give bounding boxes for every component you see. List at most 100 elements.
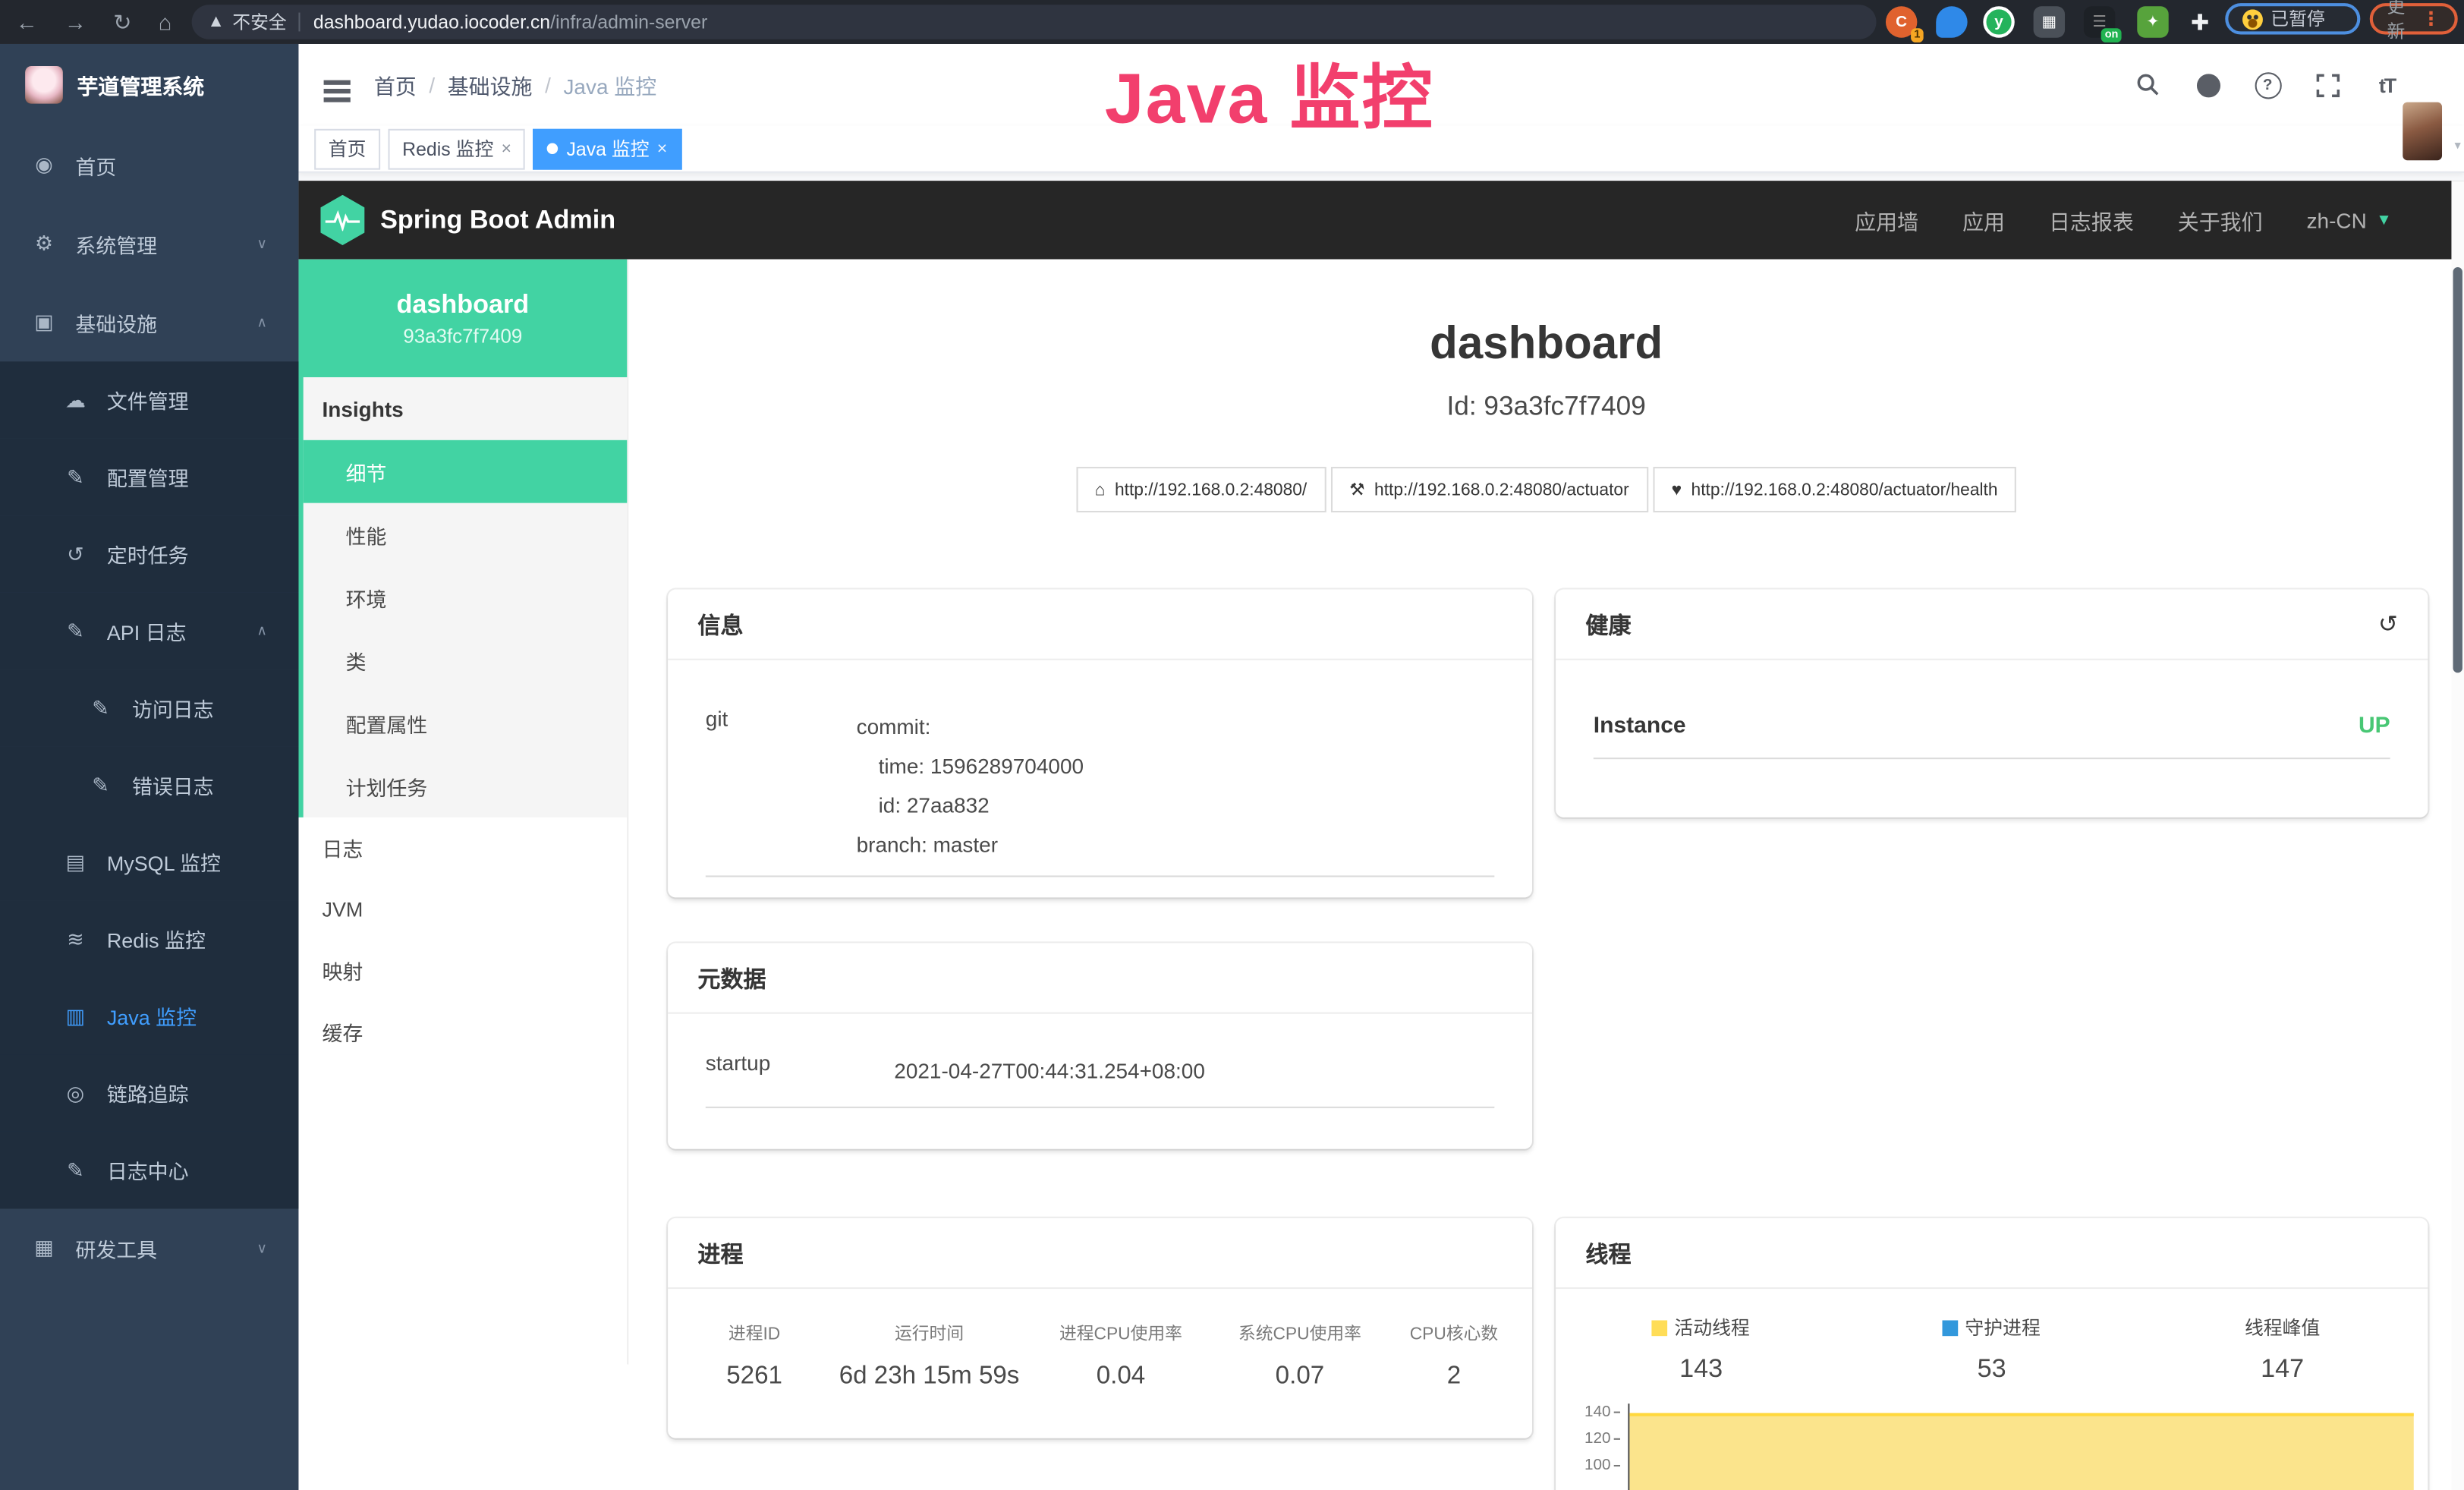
process-cpu: 0.04 xyxy=(1034,1362,1208,1391)
sba-brand-name: Spring Boot Admin xyxy=(380,205,615,235)
back-icon[interactable]: ← xyxy=(16,9,38,34)
sidebar-item-infrastructure[interactable]: ▣ 基础设施 ∧ xyxy=(0,283,298,362)
tab-java-monitor[interactable]: Java 监控 × xyxy=(533,128,681,169)
sidebar-item-dev-tools[interactable]: ▦ 研发工具 ∨ xyxy=(0,1208,298,1287)
update-label: 更新 xyxy=(2387,0,2414,44)
health-card-title: 健康 xyxy=(1585,607,1631,640)
sba-menu-item-jvm[interactable]: JVM xyxy=(298,879,627,940)
scrollbar-track[interactable] xyxy=(2451,181,2464,1490)
close-icon[interactable]: × xyxy=(502,139,511,158)
breadcrumb-infrastructure[interactable]: 基础设施 xyxy=(448,69,533,100)
sba-locale-select[interactable]: zh-CN ▼ xyxy=(2307,208,2392,232)
scrollbar-thumb[interactable] xyxy=(2453,267,2462,673)
sba-menu-item-metrics[interactable]: 性能 xyxy=(304,503,628,566)
sidebar-item-system[interactable]: ⚙ 系统管理 ∨ xyxy=(0,204,298,283)
sba-menu-item-scheduled-tasks[interactable]: 计划任务 xyxy=(304,754,628,817)
extension-list-icon[interactable]: ☰on xyxy=(2084,6,2115,37)
puzzle-extensions-icon[interactable]: ✚ xyxy=(2184,6,2215,37)
browser-menu-icon[interactable]: ⋮ xyxy=(2422,8,2440,30)
cloud-upload-icon: ☁ xyxy=(63,387,88,412)
sba-nav-wallboard[interactable]: 应用墙 xyxy=(1855,204,1918,235)
sba-nav-about[interactable]: 关于我们 xyxy=(2178,204,2263,235)
extension-icon-c[interactable]: C1 xyxy=(1886,6,1917,37)
sba-nav-applications[interactable]: 应用 xyxy=(1962,204,2005,235)
app-logo[interactable]: 芋道管理系统 xyxy=(0,44,298,126)
sidebar-item-java-monitor[interactable]: ▥ Java 监控 xyxy=(0,978,298,1054)
process-card: 进程 进程ID5261 运行时间6d 23h 15m 59s 进程CPU使用率0… xyxy=(668,1218,1532,1438)
security-label[interactable]: 不安全 xyxy=(232,9,286,34)
sba-menu-item-caches[interactable]: 缓存 xyxy=(298,1001,627,1063)
active-threads-area xyxy=(1629,1413,2413,1490)
breadcrumb-home[interactable]: 首页 xyxy=(374,69,417,100)
actuator-url-button[interactable]: ⚒ http://192.168.0.2:48080/actuator xyxy=(1330,467,1647,512)
sidebar-item-log-center[interactable]: ✎ 日志中心 xyxy=(0,1132,298,1208)
log-center-icon: ✎ xyxy=(63,1158,88,1183)
reload-icon[interactable]: ↻ xyxy=(113,8,131,35)
metadata-card: 元数据 startup 2021-04-27T00:44:31.254+08:0… xyxy=(668,943,1532,1148)
tab-redis-monitor[interactable]: Redis 监控 × xyxy=(389,128,526,169)
metadata-row-value: 2021-04-27T00:44:31.254+08:00 xyxy=(894,1051,1494,1091)
help-icon[interactable]: ? xyxy=(2254,71,2282,99)
service-url-button[interactable]: ⌂ http://192.168.0.2:48080/ xyxy=(1076,467,1326,512)
sba-nav-links: 应用墙 应用 日志报表 关于我们 zh-CN ▼ xyxy=(1855,204,2392,235)
sba-brand[interactable]: Spring Boot Admin xyxy=(320,195,615,245)
sba-nav-journal[interactable]: 日志报表 xyxy=(2049,204,2134,235)
github-icon[interactable] xyxy=(2194,71,2222,99)
sba-menu-item-logs[interactable]: 日志 xyxy=(298,817,627,879)
tab-home[interactable]: 首页 xyxy=(314,128,380,169)
schedule-icon: ↺ xyxy=(63,541,88,566)
wrench-icon: ⚒ xyxy=(1349,480,1364,500)
sidebar-item-scheduled-tasks[interactable]: ↺ 定时任务 xyxy=(0,515,298,592)
chevron-down-icon: ▼ xyxy=(2376,212,2392,229)
forward-icon[interactable]: → xyxy=(65,9,87,34)
sidebar-item-file-manage[interactable]: ☁ 文件管理 xyxy=(0,361,298,438)
sba-menu-insights[interactable]: Insights xyxy=(304,377,628,440)
chrome-update-button[interactable]: 更新 ⋮ xyxy=(2370,3,2458,34)
sidebar-item-api-log[interactable]: ✎ API 日志 ∧ xyxy=(0,593,298,669)
profile-paused-chip[interactable]: 已暂停 xyxy=(2225,3,2360,34)
extension-leaf-icon[interactable]: ✦ xyxy=(2137,6,2168,37)
sba-body: dashboard 93a3fc7f7409 Insights 细节 性能 环境… xyxy=(298,260,2464,1365)
sidebar-item-redis-monitor[interactable]: ≋ Redis 监控 xyxy=(0,901,298,978)
log-icon: ✎ xyxy=(88,773,113,798)
process-uptime: 6d 23h 15m 59s xyxy=(825,1362,1033,1391)
user-avatar[interactable] xyxy=(2403,102,2442,161)
sidebar-item-mysql-monitor[interactable]: ▤ MySQL 监控 xyxy=(0,824,298,900)
font-size-icon[interactable]: tT xyxy=(2373,71,2401,99)
sidebar-item-tracing[interactable]: ◎ 链路追踪 xyxy=(0,1055,298,1132)
sba-instance-header[interactable]: dashboard 93a3fc7f7409 xyxy=(298,260,627,377)
extension-grid-icon[interactable]: ▦ xyxy=(2034,6,2065,37)
redis-icon: ≋ xyxy=(63,927,88,952)
fullscreen-icon[interactable] xyxy=(2313,71,2341,99)
process-pid: 5261 xyxy=(684,1362,826,1391)
breadcrumb-separator: / xyxy=(429,73,435,96)
sidebar-item-error-log[interactable]: ✎ 错误日志 xyxy=(0,747,298,824)
close-icon[interactable]: × xyxy=(657,139,667,158)
sba-menu-item-environment[interactable]: 环境 xyxy=(304,565,628,628)
instance-id: 93a3fc7f7409 xyxy=(403,325,522,347)
extension-y-icon[interactable]: y xyxy=(1983,6,2014,37)
sba-menu-item-mappings[interactable]: 映射 xyxy=(298,940,627,1001)
sidebar-item-home[interactable]: ◉ 首页 xyxy=(0,126,298,205)
edit-icon: ✎ xyxy=(63,465,88,490)
chevron-up-icon: ∧ xyxy=(256,313,267,331)
hamburger-icon[interactable] xyxy=(324,80,351,84)
history-icon[interactable]: ↺ xyxy=(2378,610,2398,638)
sba-menu-item-config-props[interactable]: 配置属性 xyxy=(304,691,628,754)
breadcrumb-separator: / xyxy=(545,73,551,96)
extension-pin-icon[interactable] xyxy=(1936,6,1967,37)
url-path: /infra/admin-server xyxy=(550,11,707,33)
search-icon[interactable] xyxy=(2134,71,2162,99)
home-icon[interactable]: ⌂ xyxy=(159,9,172,34)
sidebar-item-access-log[interactable]: ✎ 访问日志 xyxy=(0,669,298,746)
health-url-button[interactable]: ♥ http://192.168.0.2:48080/actuator/heal… xyxy=(1653,467,2017,512)
breadcrumb-current: Java 监控 xyxy=(563,69,656,100)
cpu-cores: 2 xyxy=(1392,1362,1517,1391)
health-card: 健康 ↺ Instance UP xyxy=(1556,590,2428,817)
main-column: 首页 / 基础设施 / Java 监控 ? tT ▾ xyxy=(298,44,2464,1490)
sba-menu-item-details[interactable]: 细节 xyxy=(304,440,628,503)
extension-badge: 1 xyxy=(1911,28,1923,43)
sba-menu-item-classes[interactable]: 类 xyxy=(304,628,628,691)
sidebar-item-config-manage[interactable]: ✎ 配置管理 xyxy=(0,439,298,515)
address-bar[interactable]: ▲ 不安全 dashboard.yudao.iocoder.cn/infra/a… xyxy=(192,5,1877,39)
